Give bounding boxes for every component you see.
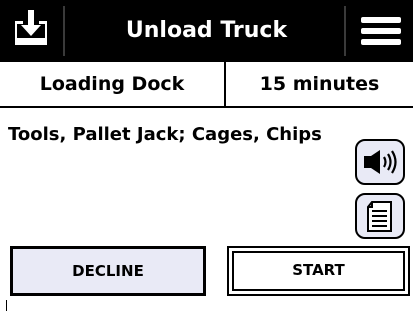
header-separator-right bbox=[344, 6, 346, 56]
task-description: Tools, Pallet Jack; Cages, Chips bbox=[8, 124, 322, 145]
notes-icon bbox=[367, 201, 392, 232]
menu-icon bbox=[361, 17, 401, 45]
bottom-edge-line bbox=[6, 300, 7, 311]
notes-button[interactable] bbox=[355, 193, 405, 239]
decline-button[interactable]: DECLINE bbox=[10, 246, 206, 296]
task-screen: Unload Truck Loading Dock 15 minutes Too… bbox=[0, 0, 413, 311]
page-title: Unload Truck bbox=[125, 18, 288, 43]
start-button[interactable]: START bbox=[227, 246, 410, 296]
menu-button[interactable] bbox=[351, 0, 413, 62]
header-separator-left bbox=[63, 6, 65, 56]
task-info-row: Loading Dock 15 minutes bbox=[0, 62, 413, 108]
header-bar: Unload Truck bbox=[0, 0, 413, 62]
download-button[interactable] bbox=[0, 0, 62, 62]
speaker-icon bbox=[364, 150, 397, 174]
duration-label: 15 minutes bbox=[259, 73, 380, 95]
location-label: Loading Dock bbox=[39, 73, 185, 95]
audio-button[interactable] bbox=[355, 139, 405, 185]
download-icon bbox=[15, 10, 47, 45]
